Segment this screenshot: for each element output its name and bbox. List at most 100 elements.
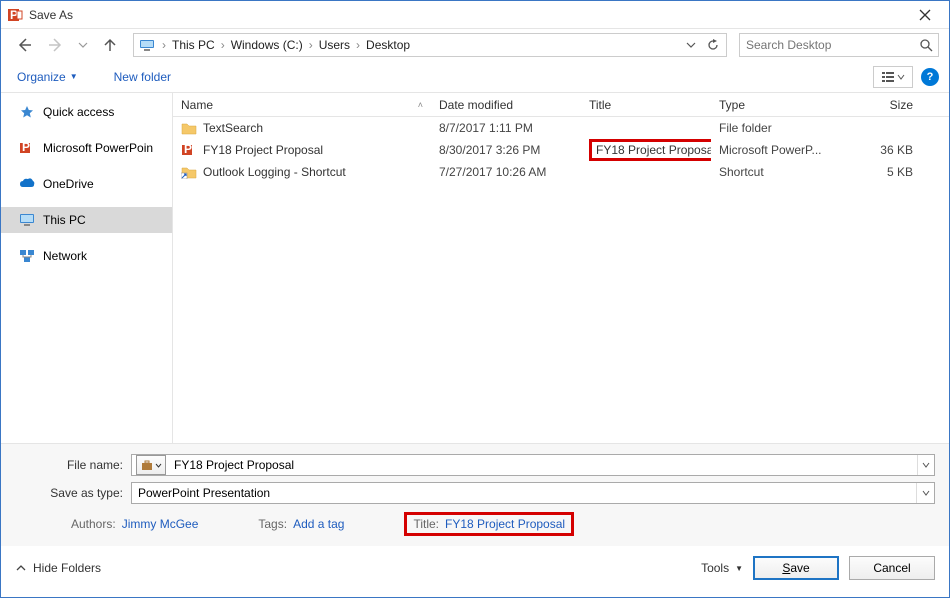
save-form: File name: Save as type: PowerPoint Pres… [1,443,949,546]
file-type-icon-dropdown[interactable] [136,455,166,475]
window-title: Save As [29,8,905,22]
tools-label: Tools [701,561,729,575]
file-list-header: Name ˄ Date modified Title Type Size [173,93,949,117]
sidebar-item-label: Network [43,249,87,263]
back-button[interactable] [11,32,37,58]
file-row[interactable]: Outlook Logging - Shortcut 7/27/2017 10:… [173,161,949,183]
tags-field[interactable]: Tags: Add a tag [258,517,344,531]
title-value[interactable]: FY18 Project Proposal [445,517,565,531]
column-header-size[interactable]: Size [831,98,921,112]
file-row[interactable]: P FY18 Project Proposal 8/30/2017 3:26 P… [173,139,949,161]
chevron-down-icon [897,73,905,81]
address-bar[interactable]: › This PC › Windows (C:) › Users › Deskt… [133,33,727,57]
authors-value[interactable]: Jimmy McGee [122,517,199,531]
authors-field[interactable]: Authors: Jimmy McGee [71,517,198,531]
search-input[interactable] [740,38,914,52]
file-type: File folder [711,121,831,135]
tags-value[interactable]: Add a tag [293,517,344,531]
file-name-input[interactable] [168,458,917,472]
chevron-right-icon: › [219,38,227,52]
toolbar: Organize ▼ New folder ? [1,61,949,93]
cancel-label: Cancel [873,561,910,575]
title-label: Title: [413,517,439,531]
sidebar-item-label: Microsoft PowerPoin [43,141,153,155]
search-icon[interactable] [914,34,938,56]
chevron-right-icon: › [160,38,168,52]
view-icon [881,70,895,84]
search-box[interactable] [739,33,939,57]
file-pane: Name ˄ Date modified Title Type Size Tex… [173,93,949,443]
file-name-field[interactable] [131,454,935,476]
authors-label: Authors: [71,517,116,531]
pc-icon [19,212,35,228]
powerpoint-icon: P [181,142,197,158]
powerpoint-app-icon: P [7,7,23,23]
powerpoint-icon: P [19,140,35,156]
title-field-highlighted[interactable]: Title: FY18 Project Proposal [404,512,574,536]
column-header-date[interactable]: Date modified [431,98,581,112]
column-header-name[interactable]: Name ˄ [173,98,431,112]
new-folder-button[interactable]: New folder [108,66,177,88]
sidebar-item-network[interactable]: Network [1,243,172,269]
file-type: Shortcut [711,165,831,179]
view-options-button[interactable] [873,66,913,88]
file-name-label: File name: [15,458,131,472]
pc-icon [138,36,156,54]
main-pane: Quick access P Microsoft PowerPoin OneDr… [1,93,949,443]
save-label: ave [790,561,809,575]
sidebar-item-onedrive[interactable]: OneDrive [1,171,172,197]
sidebar-item-label: This PC [43,213,86,227]
column-header-title[interactable]: Title [581,98,711,112]
file-size: 36 KB [831,143,921,157]
new-folder-label: New folder [114,70,171,84]
file-name-dropdown[interactable] [917,455,934,475]
organize-label: Organize [17,70,66,84]
nav-row: › This PC › Windows (C:) › Users › Deskt… [1,29,949,61]
folder-icon [181,120,197,136]
file-row[interactable]: TextSearch 8/7/2017 1:11 PM File folder [173,117,949,139]
titlebar: P Save As [1,1,949,29]
breadcrumb-this-pc[interactable]: This PC [168,38,219,52]
breadcrumb-desktop[interactable]: Desktop [362,38,414,52]
sidebar-item-quick-access[interactable]: Quick access [1,99,172,125]
hide-folders-button[interactable]: Hide Folders [15,561,101,575]
breadcrumb-windows-c[interactable]: Windows (C:) [227,38,307,52]
forward-button[interactable] [43,32,69,58]
cancel-button[interactable]: Cancel [849,556,935,580]
svg-text:P: P [184,143,192,156]
sidebar-item-this-pc[interactable]: This PC [1,207,172,233]
briefcase-icon [141,459,153,471]
breadcrumb-users[interactable]: Users [315,38,354,52]
file-type: Microsoft PowerP... [711,143,831,157]
star-icon [19,104,35,120]
file-date: 8/7/2017 1:11 PM [431,121,581,135]
column-header-type[interactable]: Type [711,98,831,112]
chevron-right-icon: › [354,38,362,52]
sidebar: Quick access P Microsoft PowerPoin OneDr… [1,93,173,443]
sidebar-item-powerpoint[interactable]: P Microsoft PowerPoin [1,135,172,161]
file-name: FY18 Project Proposal [203,143,323,157]
file-name: TextSearch [203,121,263,135]
save-as-type-value: PowerPoint Presentation [132,486,916,500]
refresh-button[interactable] [702,34,724,56]
save-button[interactable]: Save [753,556,839,580]
onedrive-icon [19,176,35,192]
tags-label: Tags: [258,517,287,531]
chevron-right-icon: › [307,38,315,52]
organize-button[interactable]: Organize ▼ [11,66,84,88]
sidebar-item-label: Quick access [43,105,114,119]
recent-locations-button[interactable] [75,32,91,58]
chevron-up-icon [15,562,27,574]
chevron-down-icon: ▼ [735,564,743,573]
save-as-type-field[interactable]: PowerPoint Presentation [131,482,935,504]
file-date: 7/27/2017 10:26 AM [431,165,581,179]
address-dropdown-button[interactable] [680,34,702,56]
close-button[interactable] [905,3,945,27]
help-button[interactable]: ? [921,68,939,86]
tools-button[interactable]: Tools ▼ [701,561,743,575]
up-button[interactable] [97,32,123,58]
shortcut-icon [181,164,197,180]
save-as-type-dropdown[interactable] [916,483,934,503]
sort-asc-icon: ˄ [418,100,423,110]
svg-text:P: P [22,141,30,154]
